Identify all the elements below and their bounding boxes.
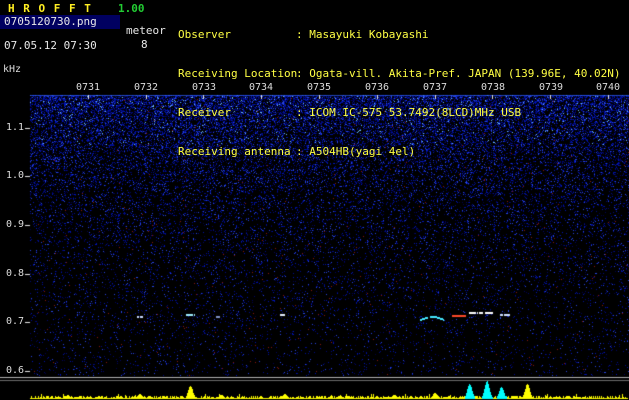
time-tick-label: 0734	[248, 82, 274, 93]
filename-label: 0705120730.png	[0, 15, 120, 29]
info-label: Receiver	[178, 106, 231, 119]
freq-tick-label: 0.9	[5, 219, 24, 230]
freq-tick-label: 0.6	[5, 365, 24, 376]
time-tick-label: 0735	[306, 82, 332, 93]
time-tick-label: 0733	[191, 82, 217, 93]
time-tick-label: 0738	[480, 82, 506, 93]
freq-tick-label: 1.1	[5, 122, 24, 133]
time-tick-label: 0731	[75, 82, 101, 93]
mode-label: meteor	[126, 24, 166, 37]
freq-axis-unit: kHz	[3, 64, 22, 75]
freq-tick-label: 0.7	[5, 316, 24, 327]
info-row-observer: Observer : Masayuki Kobayashi	[178, 28, 621, 41]
info-row-location: Receiving Location: Ogata-vill. Akita-Pr…	[178, 67, 621, 80]
info-value: : Masayuki Kobayashi	[296, 28, 429, 41]
info-label: Receiving antenna	[178, 145, 291, 158]
info-label: Observer	[178, 28, 231, 41]
info-row-receiver: Receiver : ICOM IC-575 53.7492(8LCD)MHz U…	[178, 106, 621, 119]
freq-tick-label: 1.0	[5, 170, 24, 181]
info-label: Receiving Location	[178, 67, 298, 80]
time-tick-label: 0740	[595, 82, 621, 93]
time-tick-label: 0736	[364, 82, 390, 93]
datetime-label: 07.05.12 07:30	[4, 39, 97, 52]
app-title: H R O F F T	[8, 2, 92, 15]
time-tick-label: 0737	[422, 82, 448, 93]
info-value: : ICOM IC-575 53.7492(8LCD)MHz USB	[296, 106, 522, 119]
info-value: : Ogata-vill. Akita-Pref. JAPAN (139.96E…	[296, 67, 621, 80]
freq-tick-label: 0.8	[5, 268, 24, 279]
hrofft-window: H R O F F T 1.00 0705120730.png meteor 0…	[0, 0, 629, 400]
info-value: : A504HB(yagi 4el)	[296, 145, 416, 158]
app-version: 1.00	[118, 2, 145, 15]
time-tick-label: 0739	[538, 82, 564, 93]
info-row-antenna: Receiving antenna : A504HB(yagi 4el)	[178, 145, 621, 158]
time-tick-label: 0732	[133, 82, 159, 93]
meteor-count: 8	[141, 38, 148, 51]
